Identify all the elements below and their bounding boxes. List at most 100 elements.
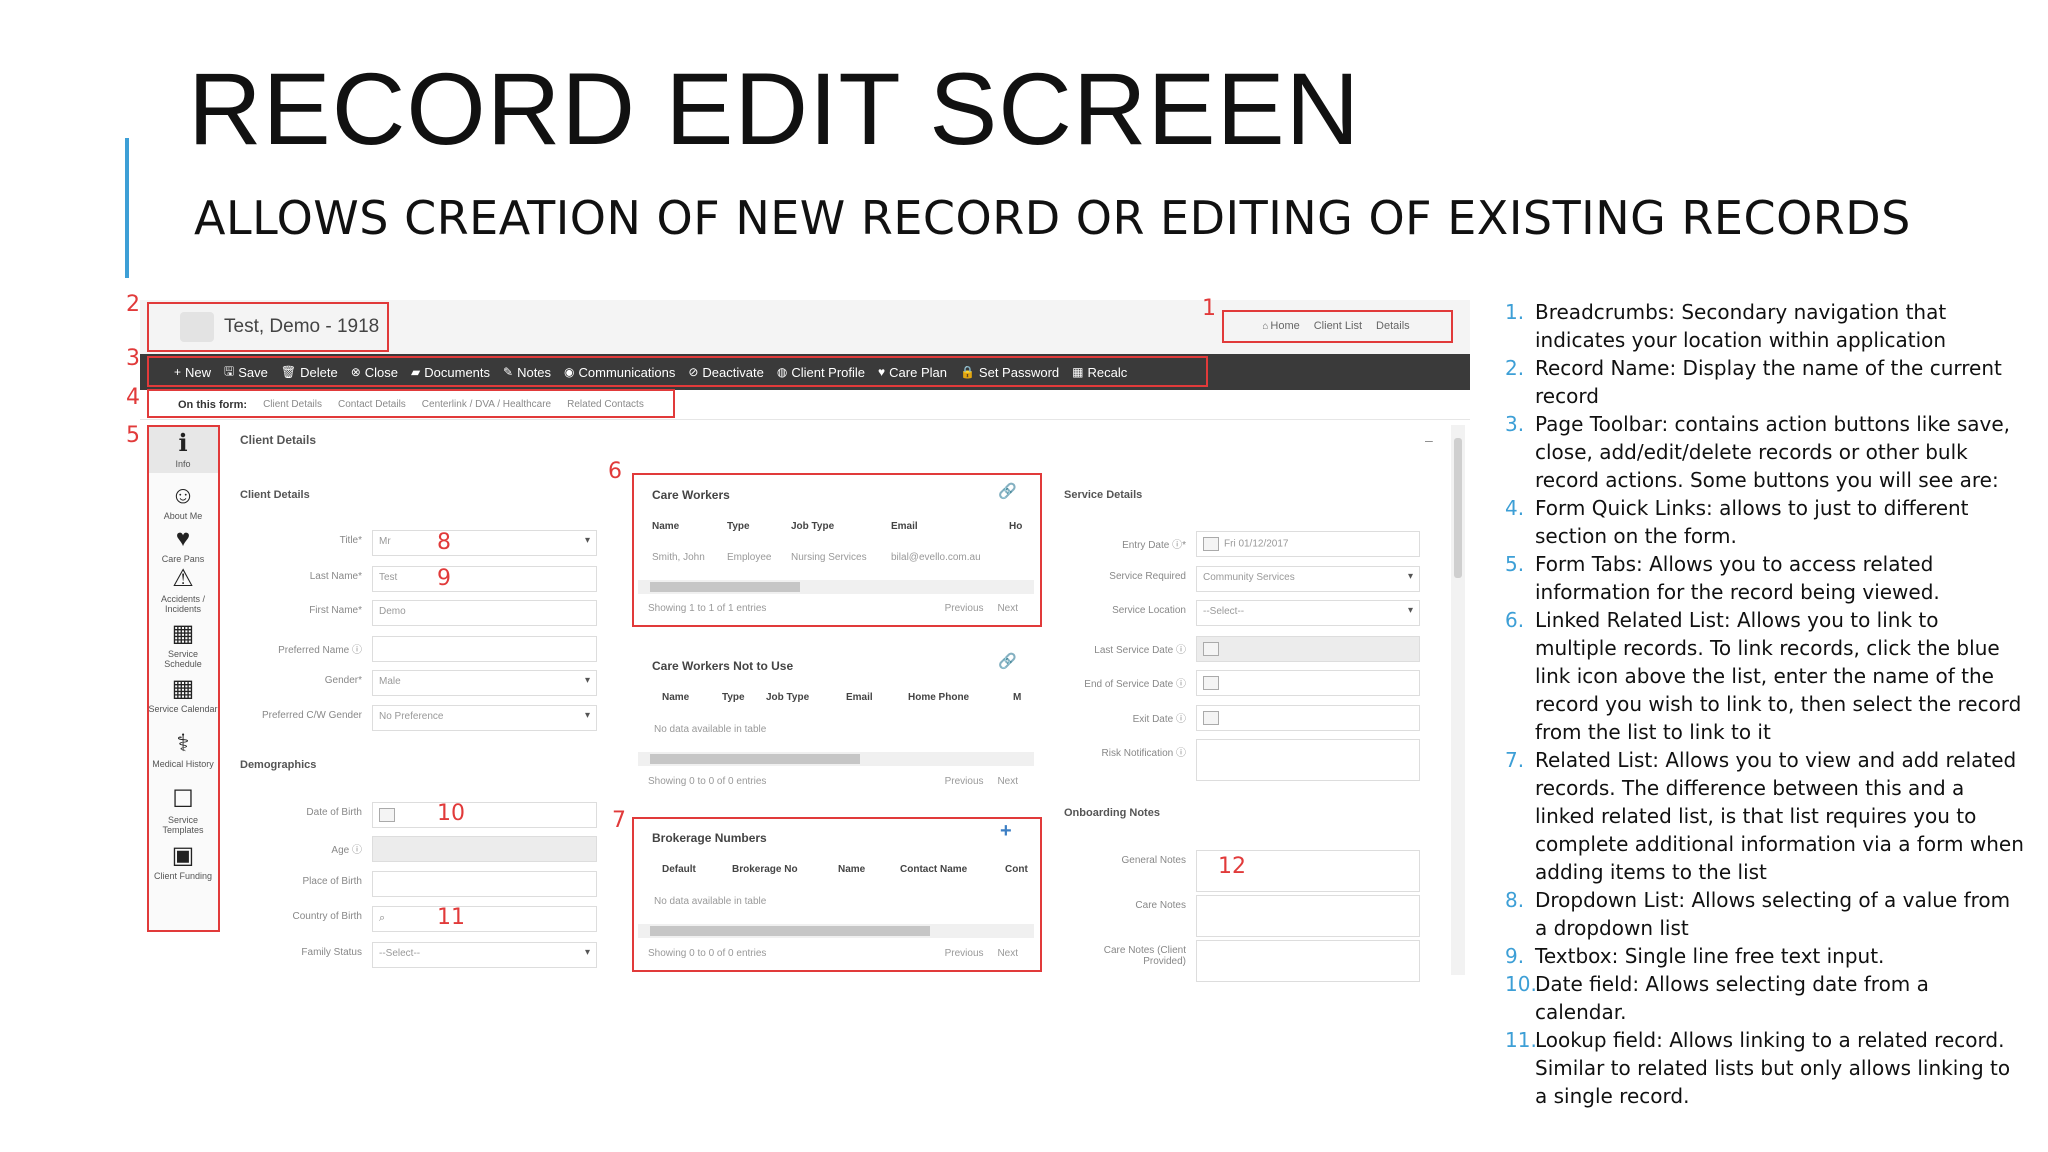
- field-label: Family Status: [301, 947, 362, 958]
- note-item: 11. Lookup field: Allows linking to a rel…: [1505, 1026, 2025, 1110]
- dropdown-field[interactable]: --Select--: [1196, 600, 1420, 626]
- date-field[interactable]: [1196, 670, 1420, 696]
- collapse-icon[interactable]: –: [1425, 432, 1433, 448]
- field-value: --Select--: [379, 948, 421, 959]
- text-field[interactable]: [1196, 940, 1420, 982]
- note-text: Related List: Allows you to view and add…: [1535, 748, 2024, 884]
- field-label: Care Notes (Client Provided): [1103, 945, 1186, 967]
- client-details-section-title: Client Details: [240, 489, 310, 501]
- column-header[interactable]: Name: [662, 692, 722, 703]
- note-number: 11.: [1505, 1028, 1537, 1052]
- dropdown-field[interactable]: --Select--: [372, 942, 597, 968]
- field-label: Title*: [339, 535, 362, 546]
- callout-5: 5: [126, 423, 140, 448]
- note-text: Record Name: Display the name of the cur…: [1535, 356, 2002, 408]
- note-text: Lookup field: Allows linking to a relate…: [1535, 1028, 2011, 1108]
- date-field[interactable]: [1196, 705, 1420, 731]
- callout-6: 6: [608, 459, 622, 484]
- callout-box-linked-list: [632, 473, 1042, 627]
- calendar-icon[interactable]: [1203, 711, 1219, 725]
- column-header[interactable]: Job Type: [766, 692, 846, 703]
- note-item: 3. Page Toolbar: contains action buttons …: [1505, 410, 2025, 494]
- note-text: Page Toolbar: contains action buttons li…: [1535, 412, 2011, 492]
- scrollbar-thumb[interactable]: [1454, 438, 1462, 578]
- slide-subtitle: ALLOWS CREATION OF NEW RECORD OR EDITING…: [194, 191, 1911, 245]
- text-field[interactable]: [1196, 895, 1420, 937]
- horizontal-scrollbar[interactable]: [638, 752, 1034, 766]
- note-item: 7. Related List: Allows you to view and a…: [1505, 746, 2025, 886]
- field-label: First Name*: [309, 605, 362, 616]
- note-text: Form Quick Links: allows to just to diff…: [1535, 496, 1969, 548]
- text-field[interactable]: [372, 636, 597, 662]
- note-item: 8. Dropdown List: Allows selecting of a v…: [1505, 886, 2025, 942]
- dropdown-field[interactable]: No Preference: [372, 705, 597, 731]
- date-field[interactable]: [1196, 636, 1420, 662]
- text-field[interactable]: [372, 836, 597, 862]
- note-number: 7.: [1505, 748, 1525, 772]
- search-icon[interactable]: ⌕: [379, 912, 385, 924]
- note-number: 3.: [1505, 412, 1525, 436]
- note-item: 10. Date field: Allows selecting date fro…: [1505, 970, 2025, 1026]
- callout-12: 12: [1218, 854, 1246, 879]
- callout-3: 3: [126, 346, 140, 371]
- slide-title: RECORD EDIT SCREEN: [188, 52, 1361, 166]
- field-value: Test: [379, 572, 398, 583]
- note-item: 5. Form Tabs: Allows you to access relate…: [1505, 550, 2025, 606]
- next-link[interactable]: Next: [997, 776, 1018, 787]
- field-label: End of Service Date ⓘ: [1084, 679, 1186, 690]
- client-details-panel-title: Client Details: [240, 433, 317, 447]
- previous-link[interactable]: Previous: [945, 776, 984, 787]
- care-workers-not-title: Care Workers Not to Use: [652, 659, 794, 673]
- text-field[interactable]: [372, 871, 597, 897]
- service-details-title: Service Details: [1064, 489, 1143, 501]
- field-label: Last Service Date ⓘ: [1094, 645, 1186, 656]
- note-item: 1. Breadcrumbs: Secondary navigation that…: [1505, 298, 2025, 354]
- field-label: Gender*: [324, 675, 362, 686]
- callout-8: 8: [437, 530, 451, 555]
- column-header[interactable]: M: [1013, 692, 1033, 703]
- field-label: Place of Birth: [302, 876, 362, 887]
- empty-table-message: No data available in table: [654, 724, 767, 735]
- column-header[interactable]: Email: [846, 692, 908, 703]
- scrollbar-thumb[interactable]: [650, 754, 860, 764]
- field-label: General Notes: [1121, 855, 1186, 866]
- lookup-field[interactable]: ⌕: [372, 906, 597, 932]
- calendar-icon[interactable]: [1203, 676, 1219, 690]
- text-field[interactable]: Demo: [372, 600, 597, 626]
- pager-info: Showing 0 to 0 of 0 entries: [648, 776, 767, 787]
- dropdown-field[interactable]: Mr: [372, 530, 597, 556]
- dropdown-field[interactable]: Male: [372, 670, 597, 696]
- note-number: 1.: [1505, 300, 1525, 324]
- demographics-title: Demographics: [240, 759, 317, 771]
- link-icon[interactable]: 🔗: [998, 652, 1017, 670]
- note-number: 5.: [1505, 552, 1525, 576]
- field-value: Demo: [379, 606, 406, 617]
- note-number: 4.: [1505, 496, 1525, 520]
- column-header[interactable]: Type: [722, 692, 766, 703]
- field-value: --Select--: [1203, 606, 1245, 617]
- dropdown-field[interactable]: Community Services: [1196, 566, 1420, 592]
- text-field[interactable]: [1196, 739, 1420, 781]
- care-workers-not-header: Name Type Job Type Email Home Phone M: [662, 692, 1037, 703]
- callout-7: 7: [612, 808, 626, 833]
- date-field[interactable]: Fri 01/12/2017: [1196, 531, 1420, 557]
- text-field[interactable]: Test: [372, 566, 597, 592]
- column-header[interactable]: Home Phone: [908, 692, 1013, 703]
- calendar-icon[interactable]: [1203, 537, 1219, 551]
- note-text: Date field: Allows selecting date from a…: [1535, 972, 1929, 1024]
- callout-box-form-tabs: [147, 425, 220, 932]
- note-number: 2.: [1505, 356, 1525, 380]
- onboarding-notes-title: Onboarding Notes: [1064, 807, 1160, 819]
- note-item: 6. Linked Related List: Allows you to lin…: [1505, 606, 2025, 746]
- notes-list: 1. Breadcrumbs: Secondary navigation that…: [1505, 298, 2025, 1110]
- calendar-icon[interactable]: [379, 808, 395, 822]
- date-field[interactable]: [372, 802, 597, 828]
- callout-box-record-name: [147, 302, 389, 352]
- field-label: Exit Date ⓘ: [1132, 714, 1186, 725]
- calendar-icon[interactable]: [1203, 642, 1219, 656]
- field-value: Mr: [379, 536, 391, 547]
- field-label: Care Notes: [1135, 900, 1186, 911]
- note-text: Form Tabs: Allows you to access related …: [1535, 552, 1940, 604]
- field-label: Entry Date ⓘ*: [1122, 540, 1186, 551]
- callout-11: 11: [437, 905, 465, 930]
